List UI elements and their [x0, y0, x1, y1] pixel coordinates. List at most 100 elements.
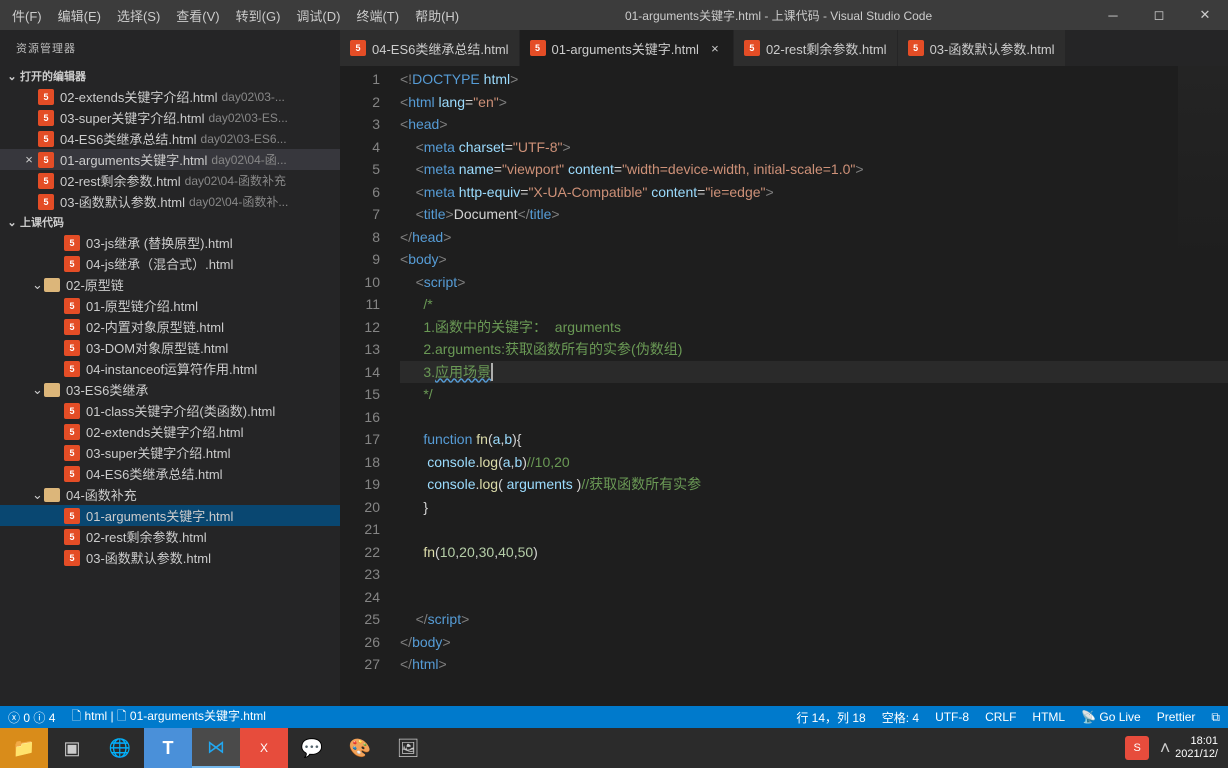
- menu-item[interactable]: 选择(S): [109, 2, 168, 29]
- open-editor-item[interactable]: ×503-函数默认参数.htmlday02\04-函数补...: [0, 191, 340, 212]
- file-name: 01-原型链介绍.html: [86, 296, 198, 315]
- open-editor-item[interactable]: ×502-extends关键字介绍.htmlday02\03-...: [0, 86, 340, 107]
- editor-tab[interactable]: 502-rest剩余参数.html: [734, 30, 898, 66]
- open-editors-list: ×502-extends关键字介绍.htmlday02\03-...×503-s…: [0, 86, 340, 212]
- folder-item[interactable]: ⌄03-ES6类继承: [0, 379, 340, 400]
- folder-item[interactable]: ⌄04-函数补充: [0, 484, 340, 505]
- file-tree-item[interactable]: 504-instanceof运算符作用.html: [0, 358, 340, 379]
- bell-icon: ⧉: [1211, 710, 1220, 724]
- menu-item[interactable]: 件(F): [4, 2, 50, 29]
- editor-tab[interactable]: 501-arguments关键字.html×: [520, 30, 734, 66]
- file-tree-item[interactable]: 503-DOM对象原型链.html: [0, 337, 340, 358]
- file-tree-item[interactable]: 5 04-js继承（混合式）.html: [0, 253, 340, 274]
- file-tree-item[interactable]: 502-内置对象原型链.html: [0, 316, 340, 337]
- file-name: 04-js继承（混合式）.html: [86, 254, 233, 273]
- status-eol[interactable]: CRLF: [977, 710, 1024, 724]
- taskbar: 📁 ▣ 🌐 T ⋈ X 💬 🎨 🖼 S ˄ 18:01 2021/12/: [0, 728, 1228, 768]
- file-tree-item[interactable]: 5 03-函数默认参数.html: [0, 547, 340, 568]
- open-editor-item[interactable]: ×504-ES6类继承总结.htmlday02\03-ES6...: [0, 128, 340, 149]
- file-name: 01-class关键字介绍(类函数).html: [86, 401, 275, 420]
- file-tree-item[interactable]: 502-rest剩余参数.html: [0, 526, 340, 547]
- file-tree-item[interactable]: 504-ES6类继承总结.html: [0, 463, 340, 484]
- menu-item[interactable]: 帮助(H): [407, 2, 467, 29]
- html-icon: 5: [744, 40, 760, 56]
- status-ln-col[interactable]: 行 14，列 18: [788, 709, 873, 726]
- html-icon: 5: [64, 256, 80, 272]
- status-spaces[interactable]: 空格: 4: [874, 709, 927, 726]
- html-icon: 5: [38, 110, 54, 126]
- file-path: day02\03-...: [222, 90, 285, 104]
- chevron-down-icon: ⌄: [4, 70, 20, 83]
- menu-item[interactable]: 编辑(E): [50, 2, 109, 29]
- file-name: 03-super关键字介绍.html: [86, 443, 230, 462]
- window-controls: ─ ◻ ✕: [1090, 0, 1228, 30]
- file-tree-item[interactable]: 501-arguments关键字.html: [0, 505, 340, 526]
- taskbar-tray-up[interactable]: ˄: [1155, 728, 1175, 768]
- taskbar-app-chat[interactable]: 💬: [288, 728, 336, 768]
- close-icon[interactable]: ×: [707, 41, 723, 56]
- file-tree-item[interactable]: 502-extends关键字介绍.html: [0, 421, 340, 442]
- menu-item[interactable]: 终端(T): [348, 2, 407, 29]
- folder-icon: [44, 383, 60, 397]
- taskbar-terminal[interactable]: ▣: [48, 728, 96, 768]
- status-golive[interactable]: 📡 Go Live: [1073, 710, 1149, 724]
- file-path: day02\04-函数补...: [189, 193, 288, 210]
- status-notifications[interactable]: ⧉: [1203, 710, 1228, 725]
- file-tree: 503-js继承 (替换原型).html504-js继承（混合式）.html⌄0…: [0, 232, 340, 568]
- code-content[interactable]: <!DOCTYPE html><html lang="en"><head> <m…: [400, 66, 1228, 706]
- html-icon: 5: [64, 424, 80, 440]
- file-tree-item[interactable]: 501-原型链介绍.html: [0, 295, 340, 316]
- tab-label: 01-arguments关键字.html: [552, 39, 699, 58]
- taskbar-files[interactable]: 📁: [0, 728, 48, 768]
- menu-item[interactable]: 调试(D): [288, 2, 348, 29]
- file-tree-item[interactable]: 503-super关键字介绍.html: [0, 442, 340, 463]
- minimize-button[interactable]: ─: [1090, 0, 1136, 30]
- tab-label: 04-ES6类继承总结.html: [372, 39, 509, 58]
- taskbar-paint[interactable]: 🎨: [336, 728, 384, 768]
- status-bar: ⓧ 0 ⓘ 4 🗋 html | 🗋 01-arguments关键字.html …: [0, 706, 1228, 728]
- html-icon: 5: [38, 89, 54, 105]
- editor-tab[interactable]: 504-ES6类继承总结.html: [340, 30, 520, 66]
- editor-tab[interactable]: 503-函数默认参数.html: [898, 30, 1066, 66]
- workspace-header[interactable]: ⌄ 上课代码: [0, 212, 340, 232]
- html-icon: 5: [64, 508, 80, 524]
- status-breadcrumb[interactable]: 🗋 html | 🗋 01-arguments关键字.html: [63, 707, 274, 728]
- menu-item[interactable]: 转到(G): [228, 2, 289, 29]
- file-name: 03-函数默认参数.html: [60, 192, 185, 211]
- file-name: 04-instanceof运算符作用.html: [86, 359, 257, 378]
- open-editor-item[interactable]: ×501-arguments关键字.htmlday02\04-函...: [0, 149, 340, 170]
- maximize-button[interactable]: ◻: [1136, 0, 1182, 30]
- taskbar-images[interactable]: 🖼: [384, 728, 432, 768]
- taskbar-clock[interactable]: 18:01 2021/12/: [1175, 735, 1228, 761]
- taskbar-xmind[interactable]: X: [240, 728, 288, 768]
- status-encoding[interactable]: UTF-8: [927, 710, 977, 724]
- minimap[interactable]: [1178, 66, 1228, 266]
- open-editor-item[interactable]: ×502-rest剩余参数.htmlday02\04-函数补充: [0, 170, 340, 191]
- taskbar-vscode[interactable]: ⋈: [192, 728, 240, 768]
- html-icon: 5: [64, 403, 80, 419]
- status-problems[interactable]: ⓧ 0 ⓘ 4: [0, 709, 63, 726]
- broadcast-icon: 📡: [1081, 710, 1096, 724]
- menu-item[interactable]: 查看(V): [168, 2, 227, 29]
- sidebar-title: 资源管理器: [0, 30, 340, 66]
- open-editors-label: 打开的编辑器: [20, 68, 86, 84]
- html-icon: 5: [64, 235, 80, 251]
- html-icon: 5: [64, 550, 80, 566]
- folder-item[interactable]: ⌄02-原型链: [0, 274, 340, 295]
- close-icon[interactable]: ×: [20, 152, 38, 167]
- taskbar-chrome[interactable]: 🌐: [96, 728, 144, 768]
- open-editor-item[interactable]: ×503-super关键字介绍.htmlday02\03-ES...: [0, 107, 340, 128]
- status-prettier[interactable]: Prettier: [1149, 710, 1204, 724]
- file-icon: 🗋: [117, 709, 127, 723]
- file-name: 03-函数默认参数.html: [86, 548, 211, 567]
- file-tree-item[interactable]: 503-js继承 (替换原型).html: [0, 232, 340, 253]
- open-editors-header[interactable]: ⌄ 打开的编辑器: [0, 66, 340, 86]
- taskbar-ime[interactable]: S: [1125, 736, 1149, 760]
- chevron-down-icon: ⌄: [32, 277, 44, 293]
- status-language[interactable]: HTML: [1024, 710, 1073, 724]
- taskbar-app-t[interactable]: T: [144, 728, 192, 768]
- close-button[interactable]: ✕: [1182, 0, 1228, 30]
- editor[interactable]: 1234567891011121314151617181920212223242…: [340, 66, 1228, 706]
- html-icon: 5: [64, 466, 80, 482]
- file-tree-item[interactable]: 5 01-class关键字介绍(类函数).html: [0, 400, 340, 421]
